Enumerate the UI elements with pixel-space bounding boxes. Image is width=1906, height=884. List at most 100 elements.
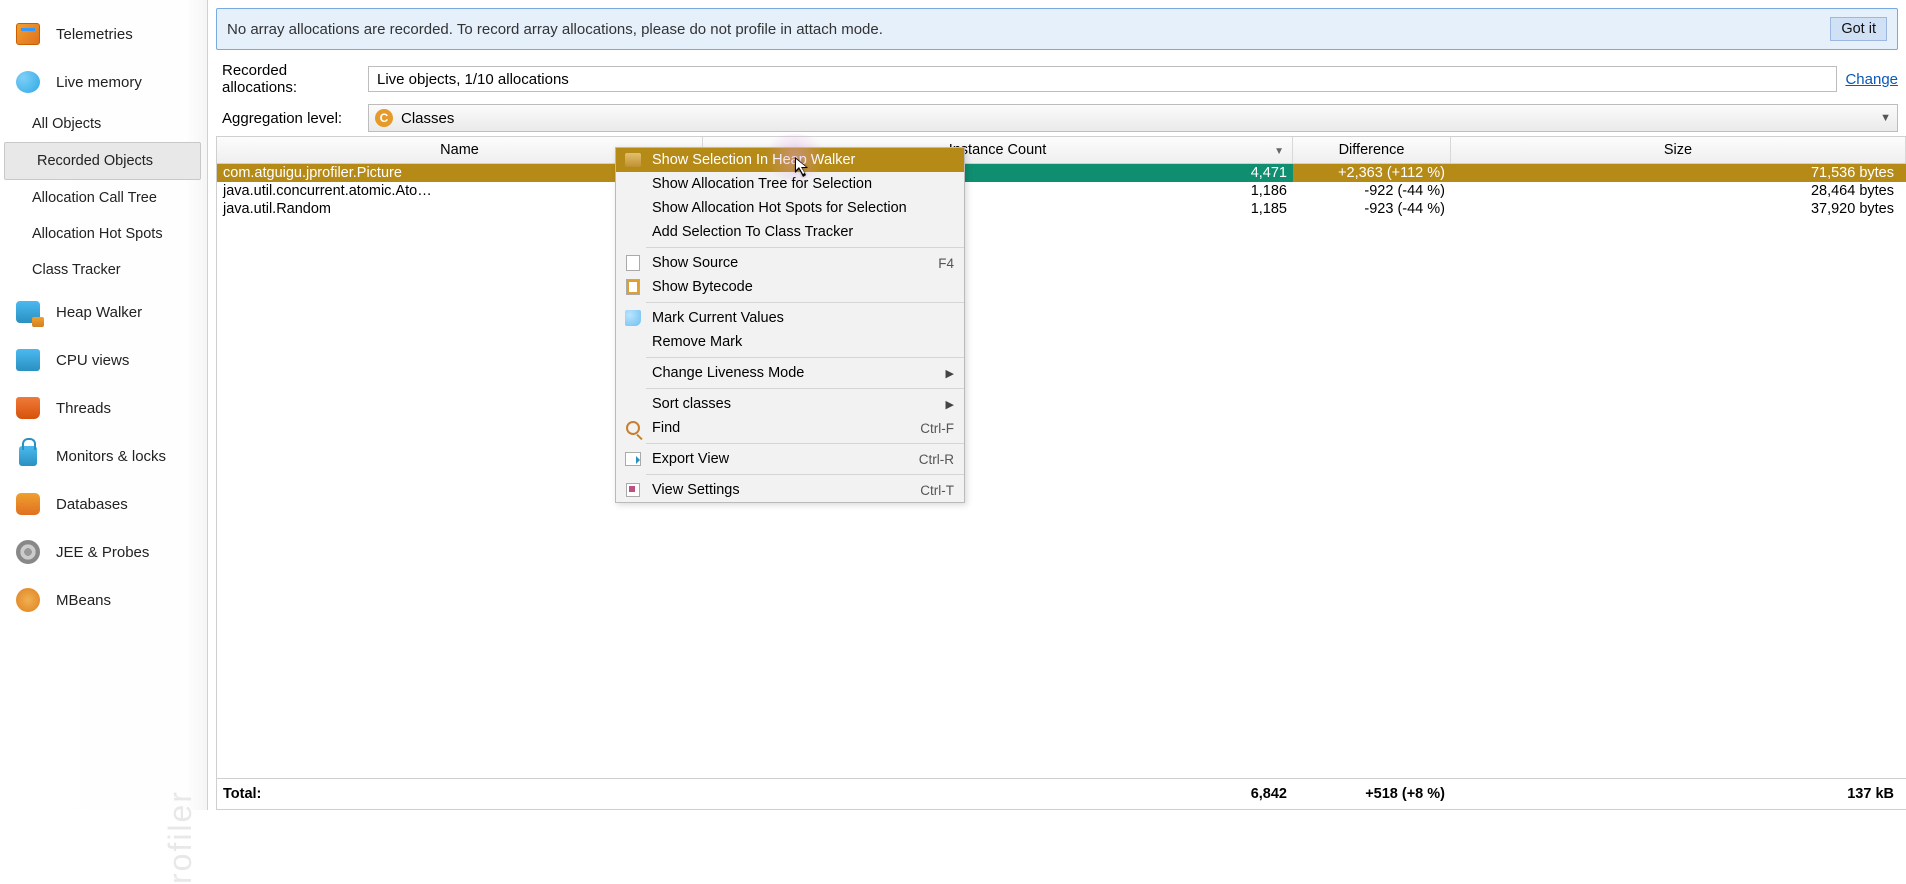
col-difference[interactable]: Difference (1293, 137, 1451, 163)
table-row[interactable]: java.util.concurrent.atomic.Ato…1,186-92… (217, 182, 1906, 200)
sidebar-item-class-tracker[interactable]: Class Tracker (0, 252, 207, 288)
menu-item-label: Export View (652, 451, 729, 467)
menu-item-show-source[interactable]: Show SourceF4 (616, 251, 964, 275)
sidebar-item-jee-probes[interactable]: JEE & Probes (0, 528, 207, 576)
aggregation-level-label: Aggregation level: (222, 110, 360, 127)
sidebar-item-label: MBeans (56, 592, 111, 609)
totals-diff: +518 (+8 %) (1293, 785, 1451, 803)
menu-item-change-liveness-mode[interactable]: Change Liveness Mode ▶ (616, 361, 964, 385)
menu-item-remove-mark[interactable]: Remove Mark (616, 330, 964, 354)
menu-item-show-bytecode[interactable]: Show Bytecode (616, 275, 964, 299)
objects-table: Name Instance Count ▼ Difference Size co… (216, 136, 1906, 810)
menu-item-view-settings[interactable]: View SettingsCtrl-T (616, 478, 964, 502)
sidebar-item-allocation-hot-spots[interactable]: Allocation Hot Spots (0, 216, 207, 252)
menu-item-label: Show Selection In Heap Walker (652, 152, 855, 168)
menu-item-label: Sort classes (652, 396, 731, 412)
heap-icon (14, 298, 42, 326)
heap-icon (624, 151, 642, 169)
sidebar-item-all-objects[interactable]: All Objects (0, 106, 207, 142)
sidebar-item-label: Allocation Call Tree (32, 190, 157, 206)
menu-item-export-view[interactable]: Export View Ctrl-R (616, 447, 964, 471)
sidebar-item-label: Recorded Objects (37, 153, 153, 169)
cell-difference: -922 (-44 %) (1293, 182, 1451, 200)
sidebar-item-databases[interactable]: Databases (0, 480, 207, 528)
sidebar-item-live-memory[interactable]: Live memory (0, 58, 207, 106)
sidebar-item-label: Databases (56, 496, 128, 513)
context-menu[interactable]: Show Selection In Heap Walker Show Alloca… (615, 147, 965, 503)
jee-icon (14, 538, 42, 566)
submenu-arrow-icon: ▶ (946, 367, 954, 380)
menu-item-show-allocation-hot-spots-for-selection[interactable]: Show Allocation Hot Spots for Selection (616, 196, 964, 220)
menu-separator (646, 443, 964, 444)
telemetries-icon (14, 20, 42, 48)
menu-item-show-allocation-tree-for-selection[interactable]: Show Allocation Tree for Selection (616, 172, 964, 196)
sidebar-item-telemetries[interactable]: Telemetries (0, 10, 207, 58)
blank-icon (624, 223, 642, 241)
sidebar-item-label: Threads (56, 400, 111, 417)
sidebar-item-mbeans[interactable]: MBeans (0, 576, 207, 624)
col-size[interactable]: Size (1451, 137, 1906, 163)
sidebar-item-label: Telemetries (56, 26, 133, 43)
sidebar-item-cpu-views[interactable]: CPU views (0, 336, 207, 384)
totals-size: 137 kB (1451, 785, 1906, 803)
sidebar-item-threads[interactable]: Threads (0, 384, 207, 432)
sidebar-item-recorded-objects[interactable]: Recorded Objects (4, 142, 201, 180)
menu-item-show-selection-in-heap-walker[interactable]: Show Selection In Heap Walker (616, 148, 964, 172)
submenu-arrow-icon: ▶ (946, 398, 954, 411)
menu-item-add-selection-to-class-tracker[interactable]: Add Selection To Class Tracker (616, 220, 964, 244)
threads-icon (14, 394, 42, 422)
menu-item-label: Show Allocation Hot Spots for Selection (652, 200, 907, 216)
source-icon (624, 254, 642, 272)
sort-desc-icon: ▼ (1274, 146, 1284, 157)
find-icon (624, 419, 642, 437)
class-badge-icon: C (375, 109, 393, 127)
settings-icon (624, 481, 642, 499)
sidebar-item-label: CPU views (56, 352, 129, 369)
totals-count: 6,842 (703, 785, 1293, 803)
recorded-allocations-field[interactable] (368, 66, 1837, 92)
cell-size: 28,464 bytes (1451, 182, 1906, 200)
totals-label: Total: (217, 785, 703, 803)
menu-item-label: Add Selection To Class Tracker (652, 224, 853, 240)
db-icon (14, 490, 42, 518)
sidebar-item-heap-walker[interactable]: Heap Walker (0, 288, 207, 336)
table-row[interactable]: java.util.Random1,185-923 (-44 %)37,920 … (217, 200, 1906, 218)
table-header: Name Instance Count ▼ Difference Size (217, 137, 1906, 164)
table-row[interactable]: com.atguigu.jprofiler.Picture4,471+2,363… (217, 164, 1906, 182)
menu-item-label: Show Source (652, 255, 738, 271)
sidebar-item-label: JEE & Probes (56, 544, 149, 561)
got-it-button[interactable]: Got it (1830, 17, 1887, 41)
menu-shortcut: Ctrl-R (919, 452, 954, 467)
menu-item-label: Change Liveness Mode (652, 365, 804, 381)
menu-item-mark-current-values[interactable]: Mark Current Values (616, 306, 964, 330)
cpu-icon (14, 346, 42, 374)
menu-separator (646, 388, 964, 389)
locks-icon (14, 442, 42, 470)
sidebar-item-monitors-locks[interactable]: Monitors & locks (0, 432, 207, 480)
mbeans-icon (14, 586, 42, 614)
main-panel: No array allocations are recorded. To re… (208, 0, 1906, 810)
menu-item-find[interactable]: FindCtrl-F (616, 416, 964, 440)
mark-icon (624, 309, 642, 327)
menu-item-label: Remove Mark (652, 334, 742, 350)
info-banner-text: No array allocations are recorded. To re… (227, 21, 883, 38)
menu-separator (646, 302, 964, 303)
menu-separator (646, 474, 964, 475)
totals-row: Total: 6,842 +518 (+8 %) 137 kB (217, 778, 1906, 809)
sidebar-item-allocation-call-tree[interactable]: Allocation Call Tree (0, 180, 207, 216)
change-link[interactable]: Change (1845, 71, 1898, 88)
aggregation-level-dropdown[interactable]: C Classes ▼ (368, 104, 1898, 132)
sidebar-item-label: Allocation Hot Spots (32, 226, 163, 242)
menu-item-sort-classes[interactable]: Sort classes ▶ (616, 392, 964, 416)
sidebar-item-label: Class Tracker (32, 262, 121, 278)
chevron-down-icon: ▼ (1880, 112, 1891, 124)
cell-difference: -923 (-44 %) (1293, 200, 1451, 218)
menu-item-label: Show Allocation Tree for Selection (652, 176, 872, 192)
blank-icon (624, 395, 642, 413)
cell-size: 71,536 bytes (1451, 164, 1906, 182)
menu-shortcut: Ctrl-T (920, 483, 954, 498)
blank-icon (624, 364, 642, 382)
brand-watermark: rofiler (162, 790, 199, 884)
cell-size: 37,920 bytes (1451, 200, 1906, 218)
sidebar-item-label: All Objects (32, 116, 101, 132)
